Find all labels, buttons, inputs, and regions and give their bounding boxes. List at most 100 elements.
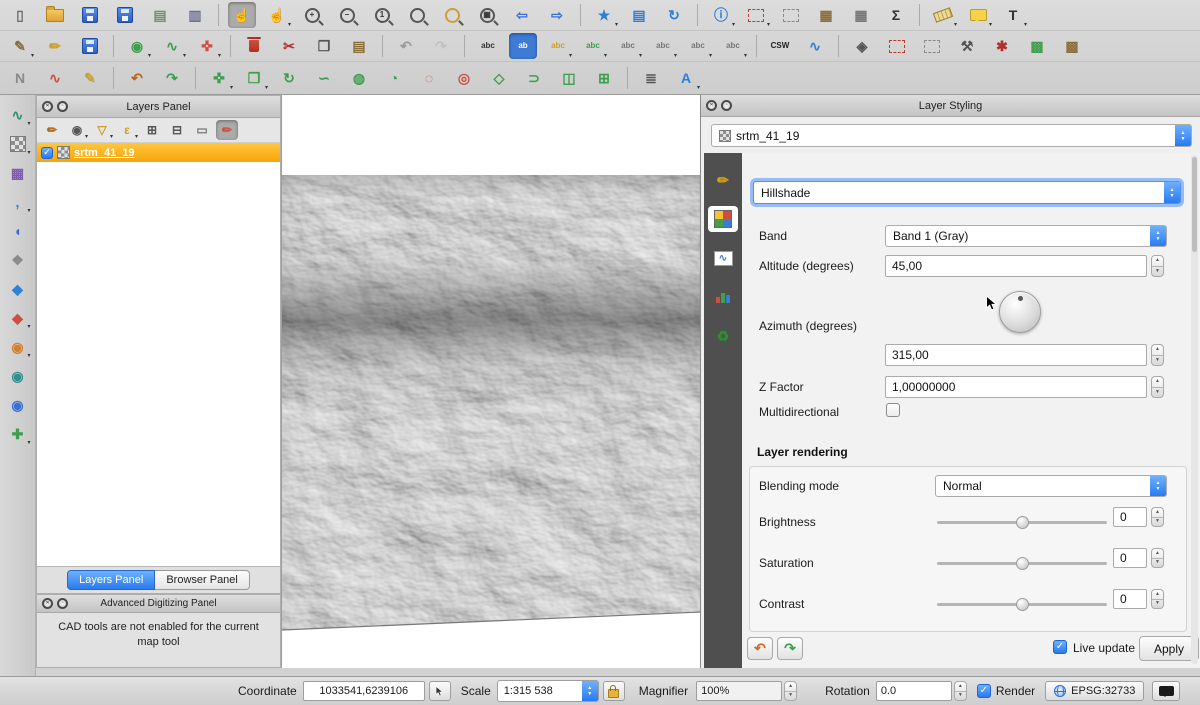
delete-part-icon[interactable]: ◎ — [450, 65, 478, 91]
map-canvas[interactable] — [281, 95, 700, 668]
saturation-stepper[interactable]: ▲▼ — [1151, 548, 1164, 568]
layer-edit-green-icon[interactable]: ▩ — [1023, 33, 1051, 59]
new-geopackage-layer-icon[interactable]: ✚▾ — [5, 422, 31, 446]
vertex-tool-icon[interactable]: ✜▾ — [193, 33, 221, 59]
snapping-toolbar-icon[interactable]: ≣ — [637, 65, 665, 91]
add-mssql-layer-icon[interactable]: ◆ — [5, 277, 31, 301]
zoom-full-icon[interactable] — [403, 2, 431, 28]
label-pin-unpin-icon[interactable]: abc▾ — [579, 33, 607, 59]
crs-button[interactable]: EPSG:32733 — [1045, 681, 1144, 701]
pan-map-icon[interactable]: ☝ — [228, 2, 256, 28]
undock-icon[interactable]: ▫ — [57, 598, 68, 609]
digitize-with-curve-icon[interactable]: ∿ — [41, 65, 69, 91]
zoom-native-icon[interactable]: 1 — [368, 2, 396, 28]
add-raster-layer-icon[interactable]: ▾ — [5, 132, 31, 156]
add-wcs-layer-icon[interactable]: ◉ — [5, 364, 31, 388]
pan-to-selection-icon[interactable]: ☝▾ — [263, 2, 291, 28]
metasearch-csw-icon[interactable]: CSW — [766, 33, 794, 59]
z-factor-input[interactable]: 1,00000000 — [885, 376, 1147, 398]
statistics-summary-icon[interactable]: Σ — [882, 2, 910, 28]
zoom-last-icon[interactable]: ⇦ — [508, 2, 536, 28]
open-attribute-table-icon[interactable]: ▦ — [812, 2, 840, 28]
z-factor-stepper[interactable]: ▲▼ — [1151, 376, 1164, 398]
contrast-input[interactable]: 0 — [1113, 589, 1147, 609]
label-highlight-icon[interactable]: abc▾ — [614, 33, 642, 59]
add-delimited-text-layer-icon[interactable]: ,▾ — [5, 190, 31, 214]
add-ring-icon[interactable]: ◍ — [345, 65, 373, 91]
deselect-features-icon[interactable] — [777, 2, 805, 28]
digitize-point-icon[interactable]: ◉▾ — [123, 33, 151, 59]
zoom-to-selection-icon[interactable] — [438, 2, 466, 28]
redo-edit-icon[interactable]: ↷ — [158, 65, 186, 91]
lock-scale-button[interactable] — [603, 681, 625, 701]
add-wms-layer-icon[interactable]: ◉▾ — [5, 335, 31, 359]
toggle-editing-icon[interactable]: ✏ — [41, 33, 69, 59]
split-features-icon[interactable]: ◫ — [555, 65, 583, 91]
close-icon[interactable]: ✕ — [706, 100, 717, 111]
new-print-layout-icon[interactable]: ▤ — [146, 2, 174, 28]
magnifier-input[interactable]: 100% — [696, 681, 782, 701]
show-layout-manager-icon[interactable]: ▥ — [181, 2, 209, 28]
zoom-next-icon[interactable]: ⇨ — [543, 2, 571, 28]
move-feature-icon[interactable]: ✜▾ — [205, 65, 233, 91]
add-oracle-layer-icon[interactable]: ◆▾ — [5, 306, 31, 330]
saturation-input[interactable]: 0 — [1113, 548, 1147, 568]
show-bookmarks-icon[interactable]: ▤ — [625, 2, 653, 28]
cut-features-icon[interactable]: ✂ — [275, 33, 303, 59]
contrast-stepper[interactable]: ▲▼ — [1151, 589, 1164, 609]
label-move-icon[interactable]: abc▾ — [649, 33, 677, 59]
field-calculator-icon[interactable]: ▦ — [847, 2, 875, 28]
select-region-icon[interactable] — [883, 33, 911, 59]
scale-combo[interactable]: 1:315 538 ▲▼ — [497, 680, 599, 702]
style-redo-button[interactable]: ↷ — [777, 637, 803, 660]
history-tab-icon[interactable]: ♻ — [708, 323, 738, 349]
tab-layers-panel[interactable]: Layers Panel — [67, 570, 155, 590]
multidirectional-checkbox[interactable]: ✓ — [886, 403, 900, 417]
manage-map-themes-icon[interactable]: ◉▾ — [66, 120, 88, 140]
rotate-feature-icon[interactable]: ↻ — [275, 65, 303, 91]
styling-dock-toggle-icon[interactable]: ✏ — [216, 120, 238, 140]
saturation-slider[interactable] — [937, 557, 1107, 570]
layer-labeling-options-icon[interactable]: ab — [509, 33, 537, 59]
offset-curve-icon[interactable]: ⊃ — [520, 65, 548, 91]
topology-checker-icon[interactable]: ✱ — [988, 33, 1016, 59]
zoom-to-layer-icon[interactable]: ▦ — [473, 2, 501, 28]
python-console-icon[interactable]: ∿ — [801, 33, 829, 59]
coordinate-input[interactable]: 1033541,6239106 — [303, 681, 425, 701]
azimuth-input[interactable]: 315,00 — [885, 344, 1147, 366]
current-edits-icon[interactable]: ✎▾ — [6, 33, 34, 59]
rotation-input[interactable]: 0.0 — [876, 681, 952, 701]
altitude-input[interactable]: 45,00 — [885, 255, 1147, 277]
slider-handle[interactable] — [1016, 516, 1029, 529]
snapping-options-icon[interactable]: N — [6, 65, 34, 91]
contrast-slider[interactable] — [937, 598, 1107, 611]
style-undo-button[interactable]: ↶ — [747, 637, 773, 660]
undo-icon[interactable]: ↶ — [392, 33, 420, 59]
identify-features-icon[interactable]: ⓘ▾ — [707, 2, 735, 28]
magnifier-stepper[interactable]: ▲▼ — [784, 681, 797, 701]
collapse-all-icon[interactable]: ⊟ — [166, 120, 188, 140]
text-annotation-icon[interactable]: T▾ — [999, 2, 1027, 28]
rotation-stepper[interactable]: ▲▼ — [954, 681, 967, 701]
renderer-combo[interactable]: Hillshade ▲▼ — [753, 181, 1181, 204]
measure-icon[interactable]: ▾ — [929, 2, 957, 28]
simplify-feature-icon[interactable]: ∽ — [310, 65, 338, 91]
render-checkbox[interactable]: ✓ — [977, 684, 991, 698]
delete-selected-icon[interactable] — [240, 33, 268, 59]
open-layer-styling-icon[interactable]: ✏ — [41, 120, 63, 140]
layer-tree[interactable]: ✓ srtm_41_19 — [37, 143, 280, 566]
new-bookmark-icon[interactable]: ★▾ — [590, 2, 618, 28]
save-project-as-icon[interactable] — [111, 2, 139, 28]
zoom-in-icon[interactable]: + — [298, 2, 326, 28]
altitude-stepper[interactable]: ▲▼ — [1151, 255, 1164, 277]
merge-features-icon[interactable]: ⊞ — [590, 65, 618, 91]
tab-browser-panel[interactable]: Browser Panel — [155, 570, 250, 590]
digitize-line-icon[interactable]: ∿▾ — [158, 33, 186, 59]
processing-tools-icon[interactable]: ⚒ — [953, 33, 981, 59]
symbology-tab-icon[interactable] — [708, 206, 738, 232]
mouse-position-toggle[interactable] — [429, 681, 451, 701]
brightness-stepper[interactable]: ▲▼ — [1151, 507, 1164, 527]
add-vector-layer-icon[interactable]: ∿▾ — [5, 103, 31, 127]
refresh-map-icon[interactable]: ↻ — [660, 2, 688, 28]
zoom-out-icon[interactable]: – — [333, 2, 361, 28]
